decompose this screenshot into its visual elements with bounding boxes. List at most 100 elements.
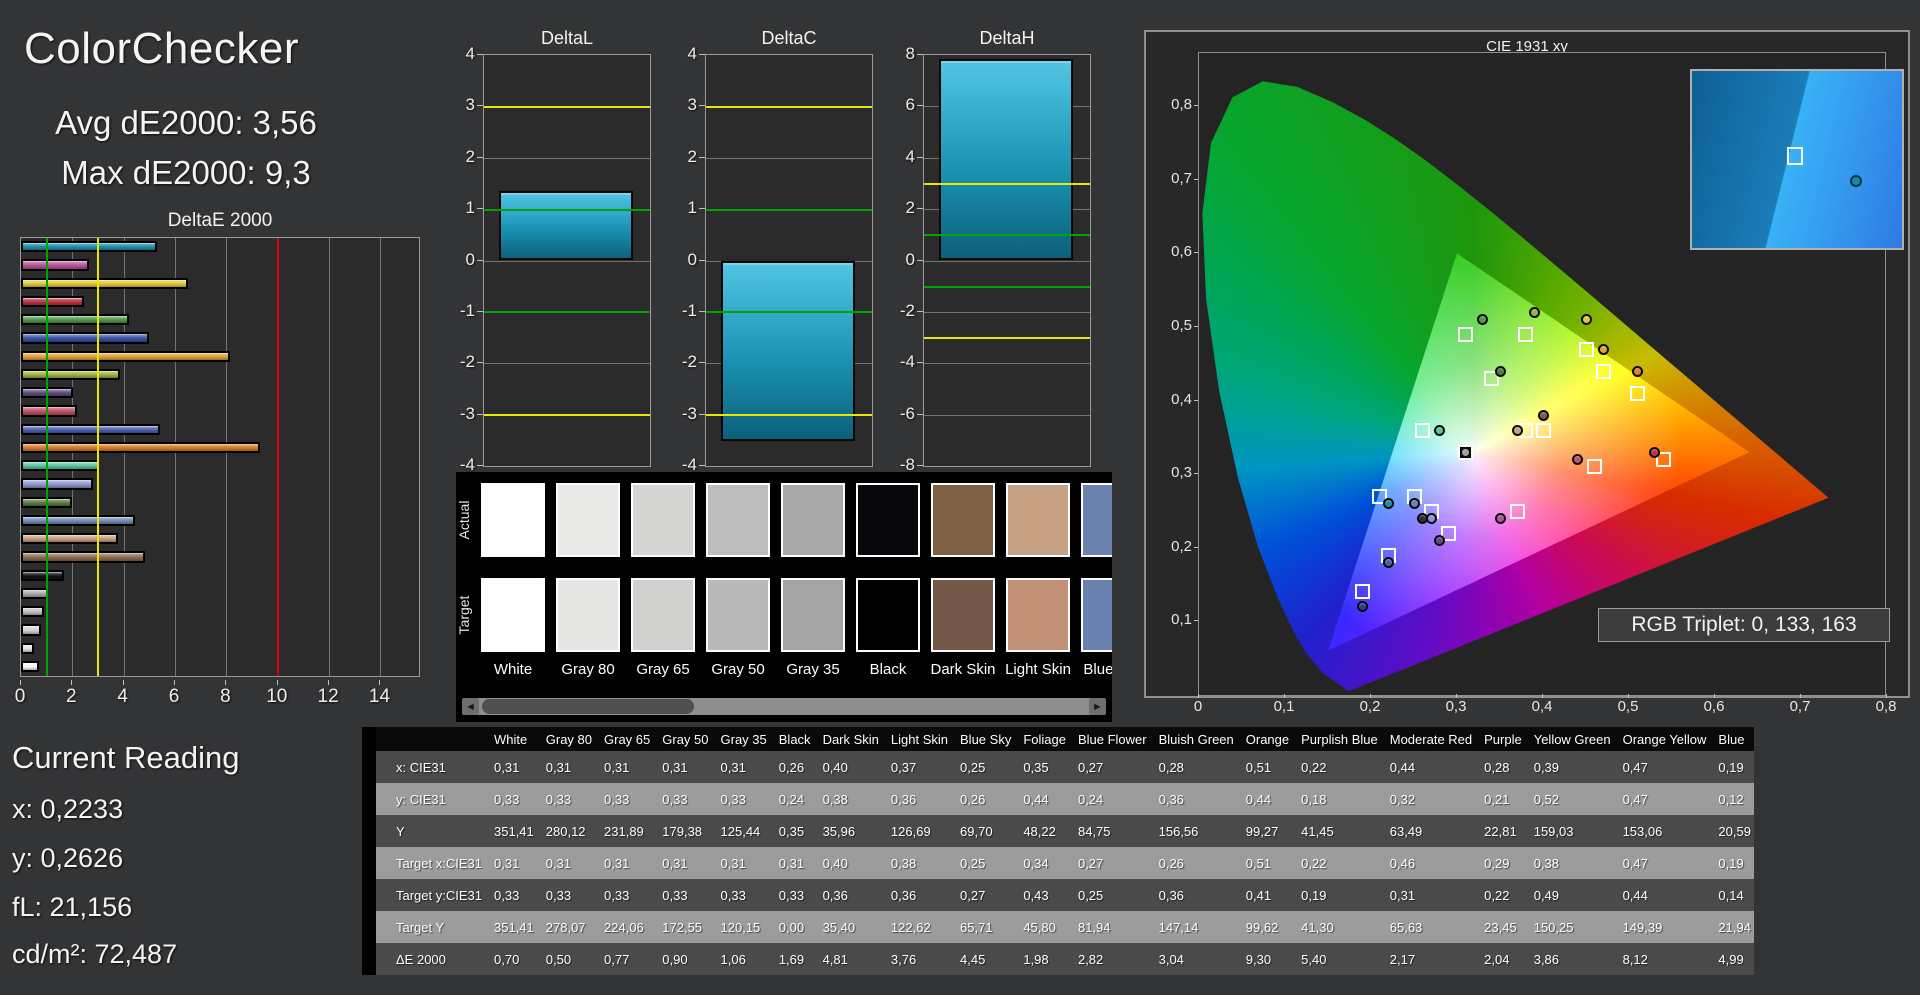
swatch-actual-gray-65	[631, 483, 695, 557]
table-row: y: CIE31 0,33 0,33 0,33 0,33 0,33 0,24 0,38 0,36…	[376, 783, 1754, 815]
table-cell: 4,45	[954, 943, 1018, 975]
cie-x-tick-label: 0,3	[1445, 698, 1467, 715]
table-col-header: Gray 65	[598, 727, 657, 751]
table-col-header: Purple	[1478, 727, 1528, 751]
table-cell: 0,33	[598, 783, 657, 815]
cie-y-tick-label: 0,2	[1171, 537, 1192, 555]
table-cell: 351,41	[488, 911, 540, 943]
de-bar-white	[21, 660, 39, 672]
reading-x: x: 0,2233	[12, 794, 124, 824]
table-corner-cell	[376, 727, 488, 751]
table-cell: 0,38	[816, 783, 885, 815]
page-title: ColorChecker	[24, 24, 299, 73]
de-bar-dark-skin	[21, 551, 145, 563]
table-cell: 0,31	[488, 751, 540, 783]
cie-x-tick-label: 0,6	[1703, 698, 1725, 715]
table-row-label: Target y:CIE31	[376, 879, 488, 911]
y-tick-label: -2	[899, 300, 915, 320]
deltaC-chart	[705, 54, 873, 467]
table-cell: 0,27	[1071, 847, 1153, 879]
scroll-right-button[interactable]: ►	[1089, 698, 1106, 715]
table-cell: 231,89	[598, 815, 657, 847]
ref-line	[276, 238, 279, 676]
table-cell: 278,07	[539, 911, 599, 943]
deltaH-bar	[939, 58, 1073, 261]
table-cell: 0,36	[1152, 879, 1240, 911]
table-cell: 0,31	[488, 847, 540, 879]
target-marker-orange-yellow	[1595, 363, 1611, 379]
table-cell: 9,30	[1239, 943, 1296, 975]
measured-marker-cyan	[1382, 498, 1394, 510]
table-cell: 99,27	[1239, 815, 1296, 847]
max-de2000-value: Max dE2000: 9,3	[61, 154, 311, 191]
y-tick	[917, 310, 923, 312]
cie-x-tick-label: 0	[1193, 698, 1203, 715]
table-cell: 149,39	[1616, 911, 1713, 943]
swatch-actual-gray-80	[556, 483, 620, 557]
cie-y-tick	[1194, 399, 1198, 401]
table-cell: 0,44	[1616, 879, 1713, 911]
table-row-label: Target Y	[376, 911, 488, 943]
x-tick	[328, 680, 330, 685]
cie-y-tick	[1194, 252, 1198, 254]
swatch-target-gray-50	[706, 578, 770, 652]
cie-y-tick	[1194, 105, 1198, 107]
table-cell: 0,31	[656, 751, 715, 783]
measured-marker-magenta	[1494, 512, 1506, 524]
table-cell: 0,25	[954, 847, 1018, 879]
table-cell: 0,50	[539, 943, 599, 975]
y-tick	[477, 465, 483, 466]
y-tick	[917, 465, 923, 466]
table-cell: 2,04	[1478, 943, 1528, 975]
target-marker-dark-skin	[1535, 422, 1551, 438]
gridline	[924, 414, 1090, 416]
swatch-target-gray-65	[631, 578, 695, 652]
table-cell: 0,19	[1712, 751, 1754, 783]
x-tick	[20, 680, 21, 685]
y-tick	[477, 259, 483, 261]
swatch-scrollbar-thumb[interactable]	[482, 699, 694, 714]
cie-y-tick-label: 0,8	[1171, 96, 1192, 114]
ref-line	[484, 105, 650, 108]
table-cell: 0,52	[1527, 783, 1617, 815]
table-cell: 0,31	[1383, 879, 1479, 911]
deltaH-title: DeltaH	[979, 28, 1035, 48]
table-cell: 0,36	[816, 879, 885, 911]
target-marker-blue	[1354, 584, 1370, 600]
table-cell: 5,40	[1295, 943, 1384, 975]
swatch-target-dark-skin	[931, 578, 995, 652]
table-row-label: y: CIE31	[376, 783, 488, 815]
measured-marker-light-skin	[1511, 424, 1523, 436]
table-cell: 0,46	[1383, 847, 1479, 879]
table-cell: 4,99	[1712, 943, 1754, 975]
table-cell: 65,71	[954, 911, 1018, 943]
gridline	[484, 363, 650, 365]
ref-line	[484, 311, 650, 314]
table-cell: 0,19	[1712, 847, 1754, 879]
table-cell: 0,39	[1527, 751, 1617, 783]
inset-measured-marker	[1850, 175, 1862, 187]
x-tick-label: 0	[14, 686, 26, 707]
table-cell: 0,33	[772, 879, 817, 911]
y-tick-label: 4	[905, 146, 915, 166]
table-cell: 0,19	[1295, 879, 1384, 911]
cie-x-tick	[1800, 694, 1801, 698]
scroll-left-button[interactable]: ◄	[462, 698, 479, 715]
table-cell: 0,18	[1295, 783, 1384, 815]
table-cell: 0,26	[772, 751, 817, 783]
de-bar-green	[21, 314, 129, 326]
table-cell: 0,00	[772, 911, 817, 943]
target-marker-orange	[1630, 385, 1646, 401]
table-cell: 0,27	[1071, 751, 1153, 783]
gridline	[484, 157, 650, 159]
table-cell: 0,33	[656, 783, 715, 815]
table-col-header: White	[488, 727, 540, 751]
table-cell: 122,62	[884, 911, 955, 943]
table-col-header: Blue	[1712, 727, 1754, 751]
rgb-triplet-readout: RGB Triplet: 0, 133, 163	[1598, 608, 1890, 642]
table-col-header: Gray 80	[539, 727, 599, 751]
table-cell: 179,38	[656, 815, 715, 847]
table-row-label: x: CIE31	[376, 751, 488, 783]
table-cell: 0,26	[954, 783, 1018, 815]
measured-marker-orange	[1632, 365, 1644, 377]
